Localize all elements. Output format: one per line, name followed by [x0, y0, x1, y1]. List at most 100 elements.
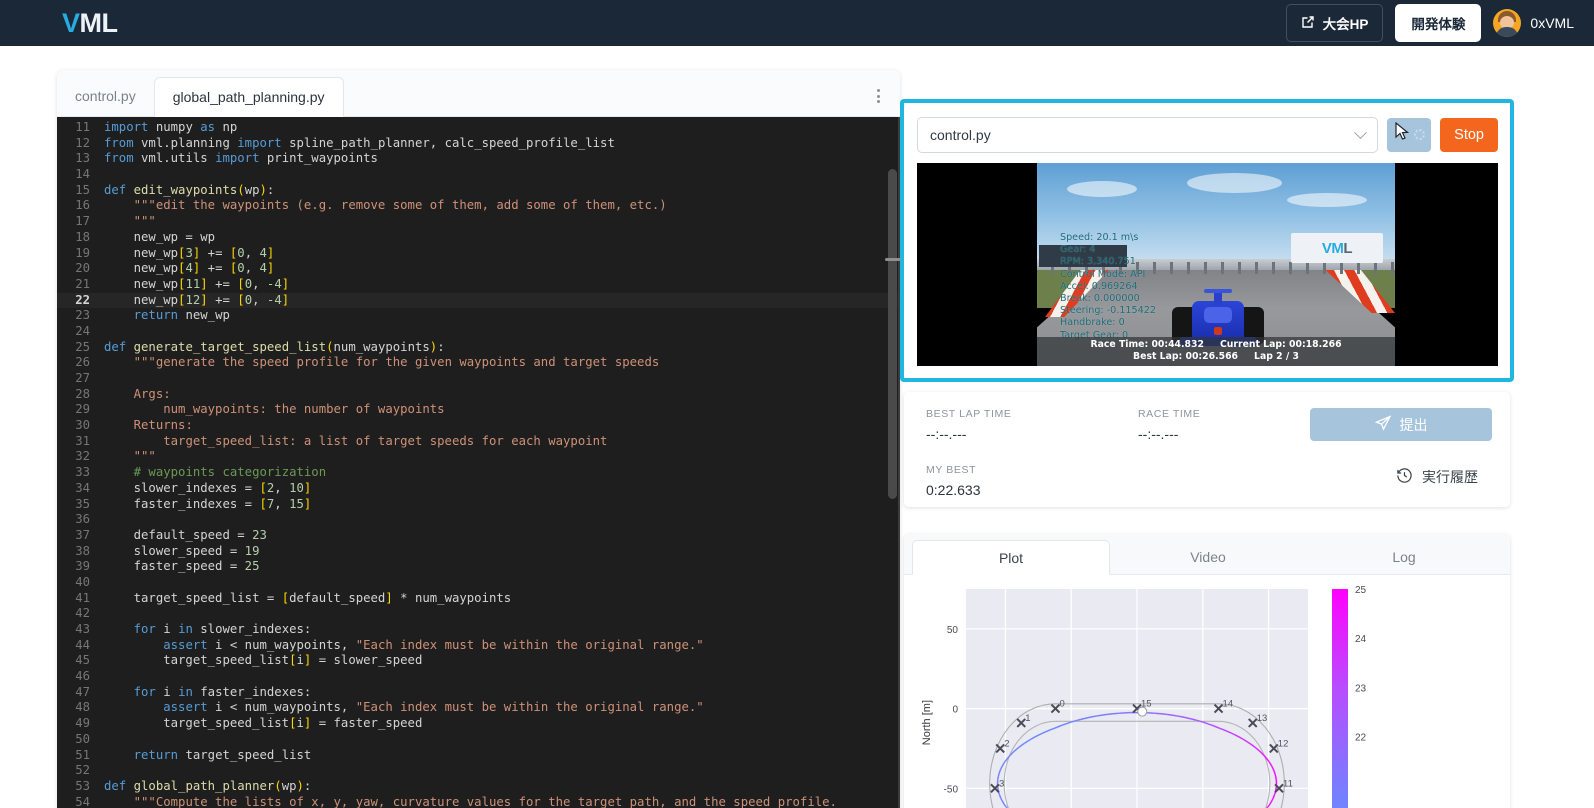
code-line-text: Args:: [133, 386, 171, 401]
code-line-text: [104, 167, 111, 183]
colorbar-tick-label: 23: [1355, 683, 1367, 694]
racing-line-segment: [998, 770, 1001, 773]
code-line-text: from vml.utils import print_waypoints: [104, 151, 378, 166]
stat-best-lap-time: BEST LAP TIME --:--.---: [926, 408, 1138, 442]
code-line: 44 assert i < num_waypoints, "Each index…: [57, 638, 900, 654]
tab-video[interactable]: Video: [1110, 540, 1306, 574]
code-line: 26 """generate the speed profile for the…: [57, 355, 900, 371]
code-line: 12 from vml.planning import spline_path_p…: [57, 136, 900, 152]
racing-line-segment: [1269, 762, 1272, 766]
tab-log[interactable]: Log: [1306, 540, 1502, 574]
tournament-homepage-button[interactable]: 大会HP: [1285, 4, 1384, 42]
dev-experience-button[interactable]: 開発体験: [1395, 4, 1482, 42]
kebab-menu-icon[interactable]: [874, 86, 883, 106]
code-area[interactable]: 11 import numpy as np 12 from vml.planning …: [57, 117, 900, 808]
racing-line-segment: [1267, 805, 1270, 808]
code-line: 52: [57, 763, 900, 779]
code-line: 35 faster_indexes = [7, 15]: [57, 497, 900, 513]
y-axis-label: North [m]: [921, 700, 933, 745]
waypoint-label: 11: [1283, 778, 1293, 789]
racing-line-segment: [1273, 772, 1276, 775]
execution-history-link[interactable]: 実行履歴: [1396, 467, 1478, 487]
line-number: 39: [75, 559, 90, 574]
line-number: 35: [75, 496, 90, 511]
racing-line-segment: [1211, 724, 1215, 727]
racing-line-segment: [1086, 716, 1091, 719]
script-select[interactable]: control.py: [917, 117, 1379, 153]
racing-line-segment: [1196, 719, 1200, 722]
editor-tab-control-py[interactable]: control.py: [57, 76, 154, 116]
top-navigation-bar: VML 大会HP 開発体験 0xVML: [0, 0, 1594, 46]
code-line: 40: [57, 575, 900, 591]
code-line-text: num_waypoints: the number of waypoints: [163, 402, 445, 417]
script-select-value: control.py: [930, 127, 991, 143]
plot-card: Plot Video Log 500-50North [m]0123459101…: [904, 534, 1510, 808]
racing-line-segment: [1208, 723, 1212, 726]
racing-line-segment: [998, 794, 1001, 797]
code-scrollbar-thumb[interactable]: [888, 169, 897, 499]
vml-logo[interactable]: VML: [62, 8, 118, 39]
code-line-text: assert i < num_waypoints, "Each index mu…: [163, 637, 704, 652]
best-lap-time-label: BEST LAP TIME: [926, 408, 1012, 420]
code-line-text: return target_speed_list: [133, 747, 312, 762]
best-lap-value: 00:26.566: [1185, 351, 1239, 362]
line-number: 51: [75, 747, 90, 762]
line-number: 49: [75, 716, 90, 731]
line-number: 33: [75, 465, 90, 480]
line-number: 50: [75, 731, 90, 746]
code-line-text: new_wp[3] += [0, 4]: [104, 245, 275, 260]
racing-line-segment: [1062, 723, 1066, 726]
tab-plot[interactable]: Plot: [912, 540, 1110, 575]
plot-body[interactable]: 500-50North [m]0123459101112131415252423…: [904, 575, 1510, 808]
line-number: 36: [75, 512, 90, 527]
code-line: 39 faster_speed = 25: [57, 559, 900, 575]
simulation-video-frame[interactable]: VM L Speed: 20.1 m\s Gear: 4 RPM: 3,340.7…: [917, 163, 1498, 366]
submit-button[interactable]: 提出: [1310, 408, 1492, 441]
line-number: 48: [75, 700, 90, 715]
racing-line-segment: [1273, 792, 1276, 795]
history-clock-icon: [1396, 467, 1413, 487]
code-line: 28 Args:: [57, 387, 900, 403]
code-line: 23 return new_wp: [57, 308, 900, 324]
racing-line-segment: [999, 768, 1002, 771]
code-line: 36: [57, 512, 900, 528]
user-menu[interactable]: 0xVML: [1493, 9, 1574, 37]
racing-line-segment: [1170, 714, 1175, 717]
racing-line-segment: [1080, 717, 1084, 721]
race-time-label: Race Time:: [1090, 339, 1149, 350]
nav-actions: 大会HP 開発体験 0xVML: [1285, 4, 1574, 42]
car-position-marker: [1137, 706, 1148, 717]
y-axis-tick-label: 50: [947, 625, 959, 636]
line-number: 43: [75, 622, 90, 636]
plot-tab-bar: Plot Video Log: [904, 534, 1510, 575]
race-time-group: Race Time: 00:44.832: [1090, 339, 1204, 351]
waypoint-label: 13: [1257, 713, 1268, 724]
line-number: 25: [75, 339, 90, 354]
line-number: 15: [75, 182, 90, 197]
line-number: 19: [75, 245, 90, 260]
stop-button[interactable]: Stop: [1440, 118, 1498, 152]
line-number: 38: [75, 543, 90, 558]
code-line-text: default_speed = 23: [104, 527, 267, 542]
code-line-text: def global_path_planner(wp):: [104, 778, 312, 793]
code-line: 49 target_speed_list[i] = faster_speed: [57, 716, 900, 732]
track-plot-svg: 500-50North [m]0123459101112131415252423…: [921, 585, 1367, 808]
racing-line-segment: [1002, 762, 1005, 766]
colorbar-tick-label: 25: [1355, 585, 1367, 596]
racing-line-segment: [1271, 797, 1274, 801]
simulation-card: control.py Stop VM L Speed: 20.1 m\s Gea…: [900, 99, 1514, 382]
racing-line-segment: [1174, 714, 1178, 717]
waypoint-label: 14: [1223, 699, 1234, 710]
code-line-text: [104, 763, 111, 779]
code-scrollbar[interactable]: [888, 117, 898, 808]
pane-resize-handle[interactable]: [885, 258, 901, 261]
racing-line-segment: [1273, 770, 1276, 773]
editor-tab-global-path-planning-py[interactable]: global_path_planning.py: [153, 77, 344, 117]
line-number: 11: [75, 120, 90, 134]
waypoint-label: 3: [999, 778, 1004, 789]
racing-line-segment: [1001, 764, 1004, 768]
run-button[interactable]: [1387, 118, 1432, 152]
racing-line-segment: [1099, 714, 1104, 717]
send-icon: [1374, 415, 1391, 434]
racing-line-segment: [1074, 719, 1078, 722]
